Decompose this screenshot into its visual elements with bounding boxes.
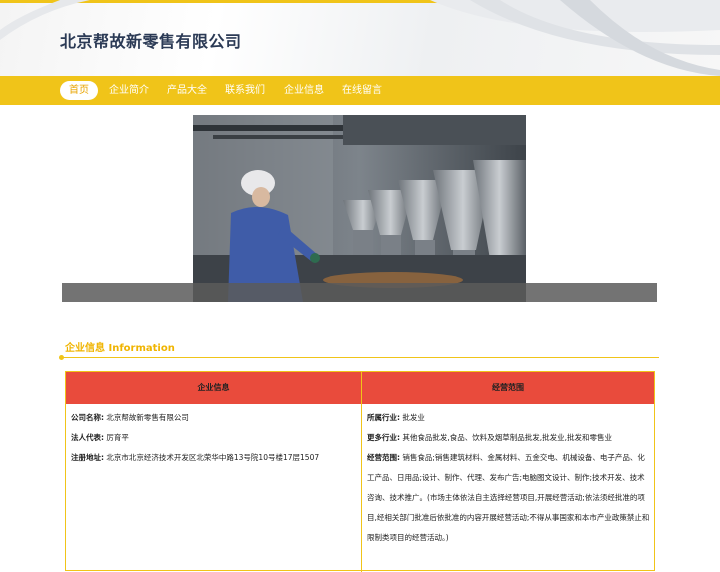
site-header: 北京帮故新零售有限公司	[0, 0, 720, 76]
address-value: 北京市北京经济技术开发区北荣华中路13号院10号楼17层1507	[106, 453, 320, 462]
nav-item-message[interactable]: 在线留言	[337, 81, 387, 100]
scope-label: 经营范围:	[367, 453, 400, 462]
table-column-divider	[361, 372, 362, 572]
company-name-value: 北京帮故新零售有限公司	[106, 413, 189, 422]
main-nav: 首页 企业简介 产品大全 联系我们 企业信息 在线留言	[0, 76, 720, 105]
company-name-row: 公司名称: 北京帮故新零售有限公司	[71, 408, 356, 428]
legal-rep-label: 法人代表:	[71, 433, 104, 442]
scope-value: 销售食品;销售建筑材料、金属材料、五金交电、机械设备、电子产品、化工产品、日用品…	[367, 453, 650, 542]
section-dot-icon	[59, 355, 64, 360]
nav-item-contact[interactable]: 联系我们	[220, 81, 270, 100]
section-title: 企业信息 Information	[65, 343, 175, 354]
industry-row: 所属行业: 批发业	[367, 408, 650, 428]
nav-item-company-info[interactable]: 企业信息	[279, 81, 329, 100]
banner-image[interactable]	[193, 115, 526, 302]
company-name-label: 公司名称:	[71, 413, 104, 422]
section-divider	[62, 357, 659, 358]
table-header-business-scope: 经营范围	[362, 372, 654, 404]
more-industry-label: 更多行业:	[367, 433, 400, 442]
company-info-table: 企业信息 经营范围 公司名称: 北京帮故新零售有限公司 法人代表: 厉育平 注册…	[65, 371, 655, 572]
scope-row: 经营范围: 销售食品;销售建筑材料、金属材料、五金交电、机械设备、电子产品、化工…	[367, 448, 650, 548]
nav-item-home[interactable]: 首页	[60, 81, 98, 100]
industry-value: 批发业	[402, 413, 425, 422]
more-industry-row: 更多行业: 其他食品批发,食品、饮料及烟草制品批发,批发业,批发和零售业	[367, 428, 650, 448]
table-header-company-info: 企业信息	[66, 372, 361, 404]
more-industry-value: 其他食品批发,食品、饮料及烟草制品批发,批发业,批发和零售业	[402, 433, 613, 442]
address-label: 注册地址:	[71, 453, 104, 462]
nav-item-about[interactable]: 企业简介	[104, 81, 154, 100]
business-scope-column: 所属行业: 批发业 更多行业: 其他食品批发,食品、饮料及烟草制品批发,批发业,…	[367, 408, 650, 548]
site-title[interactable]: 北京帮故新零售有限公司	[60, 28, 242, 52]
industry-label: 所属行业:	[367, 413, 400, 422]
nav-item-products[interactable]: 产品大全	[162, 81, 212, 100]
company-info-column: 公司名称: 北京帮故新零售有限公司 法人代表: 厉育平 注册地址: 北京市北京经…	[71, 408, 356, 468]
address-row: 注册地址: 北京市北京经济技术开发区北荣华中路13号院10号楼17层1507	[71, 448, 356, 468]
legal-rep-value: 厉育平	[106, 433, 129, 442]
banner-caption-bar	[62, 283, 657, 302]
legal-rep-row: 法人代表: 厉育平	[71, 428, 356, 448]
